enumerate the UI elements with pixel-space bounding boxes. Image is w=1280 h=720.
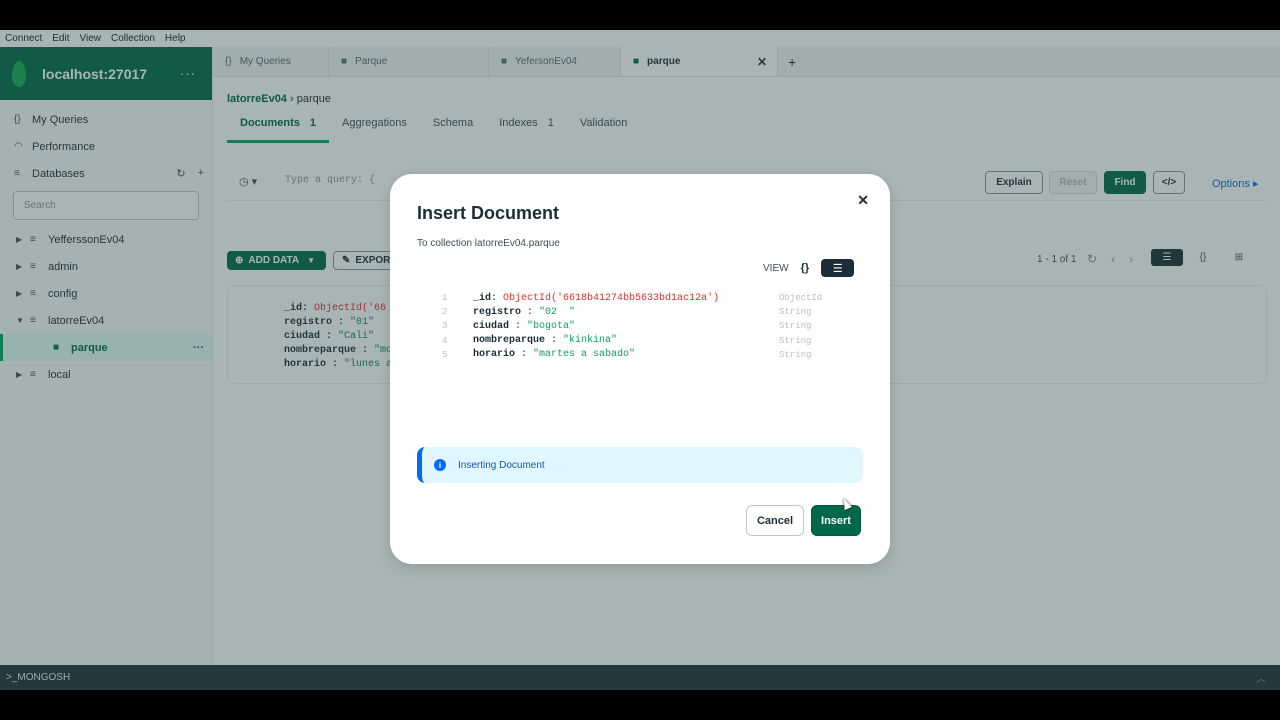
- modal-subtitle: To collection latorreEv04.parque: [417, 238, 560, 249]
- editor-line[interactable]: 5 horario : "martes a sabado" String: [442, 348, 834, 362]
- field-key[interactable]: nombreparque: [473, 335, 545, 346]
- list-view-icon[interactable]: ☰: [821, 259, 855, 277]
- field-type[interactable]: ObjectId: [779, 293, 822, 303]
- line-number: 2: [442, 307, 448, 318]
- field-value[interactable]: ObjectId('6618b41274bb5633bd1ac12a'): [503, 293, 719, 304]
- info-icon: i: [434, 459, 446, 471]
- modal-title: Insert Document: [417, 203, 560, 223]
- banner-text: Inserting Document: [458, 459, 545, 471]
- insert-document-modal: ✕ Insert Document To collection latorreE…: [390, 174, 890, 564]
- video-frame: Connect Edit View Collection Help localh…: [0, 0, 1280, 720]
- insert-button[interactable]: Insert: [811, 505, 861, 536]
- field-key[interactable]: _id: [473, 293, 491, 304]
- field-key[interactable]: ciudad: [473, 321, 509, 332]
- editor-line[interactable]: 4 nombreparque : "kinkina" String: [442, 334, 834, 348]
- field-key[interactable]: horario: [473, 349, 515, 360]
- line-number: 1: [442, 293, 448, 304]
- view-label: VIEW: [763, 262, 789, 274]
- document-editor[interactable]: 1 _id: ObjectId('6618b41274bb5633bd1ac12…: [442, 291, 834, 362]
- line-number: 5: [442, 349, 448, 360]
- field-value[interactable]: "bogota": [527, 321, 575, 332]
- field-key[interactable]: registro: [473, 307, 521, 318]
- close-icon[interactable]: ✕: [857, 192, 869, 209]
- editor-line[interactable]: 1 _id: ObjectId('6618b41274bb5633bd1ac12…: [442, 291, 834, 305]
- line-number: 4: [442, 335, 448, 346]
- field-value[interactable]: "02 ": [539, 307, 575, 318]
- view-switcher: VIEW {} ☰: [763, 259, 855, 277]
- cancel-button[interactable]: Cancel: [746, 505, 804, 536]
- field-type[interactable]: String: [779, 350, 811, 360]
- json-view-icon[interactable]: {}: [801, 262, 810, 274]
- field-value[interactable]: "kinkina": [563, 335, 617, 346]
- compass-window: Connect Edit View Collection Help localh…: [0, 30, 1280, 690]
- inserting-banner: i Inserting Document: [417, 447, 863, 483]
- editor-line[interactable]: 3 ciudad : "bogota" String: [442, 319, 834, 333]
- field-value[interactable]: "martes a sabado": [533, 349, 635, 360]
- field-type[interactable]: String: [779, 307, 811, 317]
- field-type[interactable]: String: [779, 336, 811, 346]
- field-type[interactable]: String: [779, 321, 811, 331]
- editor-line[interactable]: 2 registro : "02 " String: [442, 305, 834, 319]
- line-number: 3: [442, 321, 448, 332]
